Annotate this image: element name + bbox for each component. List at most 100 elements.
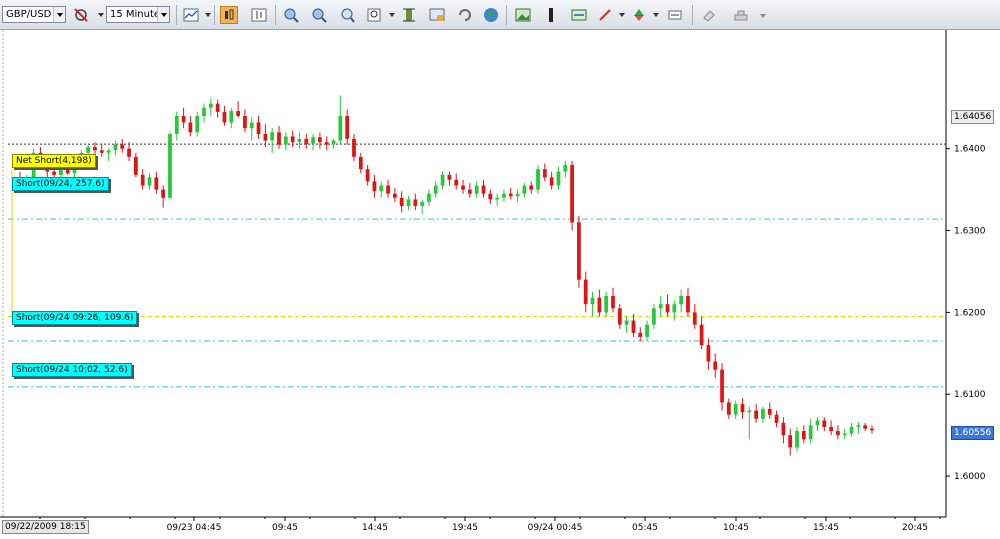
timeframe-select[interactable]: 15 Minutes xyxy=(106,6,170,23)
bar-type-icon xyxy=(251,8,267,22)
candle-body xyxy=(713,361,718,370)
candle-body xyxy=(733,404,738,415)
trend-dropdown-icon[interactable] xyxy=(653,13,659,17)
short-order-tag[interactable]: Short(09/24 10:02, 52.6) xyxy=(12,363,132,377)
candle-body xyxy=(754,410,759,419)
scales-button[interactable] xyxy=(732,6,750,24)
trend-button[interactable] xyxy=(630,6,648,24)
candle-body xyxy=(720,369,724,403)
candle-body xyxy=(536,169,540,190)
time-tick-label: 09/23 04:45 xyxy=(167,523,222,533)
eraser-button[interactable] xyxy=(700,6,718,24)
pen-dropdown-icon[interactable] xyxy=(619,13,625,17)
crosshair-settings-button[interactable] xyxy=(72,6,90,24)
candle-body xyxy=(556,171,561,186)
refresh-icon xyxy=(459,9,471,21)
more-button[interactable] xyxy=(756,6,774,24)
candle-body xyxy=(488,193,493,200)
chart-toolbar: GBP/USD 15 Minutes xyxy=(0,0,1000,30)
study-dropdown-icon[interactable] xyxy=(205,13,211,17)
candle-body xyxy=(52,171,56,175)
candle-body xyxy=(59,169,63,175)
candle-body xyxy=(767,408,772,415)
candle-body xyxy=(481,185,486,194)
candle-body xyxy=(372,181,377,192)
candle-body xyxy=(270,132,275,141)
candle-body xyxy=(549,177,554,186)
candle-body xyxy=(597,297,602,313)
toolbar-divider xyxy=(506,5,507,25)
candle-body xyxy=(413,199,418,206)
candle-body xyxy=(358,156,363,170)
candle-body xyxy=(563,165,568,172)
pen-icon xyxy=(599,9,611,21)
snapshot-button[interactable] xyxy=(428,6,446,24)
fibonacci-button[interactable] xyxy=(400,6,418,24)
chart-area[interactable]: 1.6400 1.6300 1.6200 1.6100 1.6000 09/23 04:4… xyxy=(0,30,1000,539)
candle-body xyxy=(849,426,854,434)
price-tick-label: 1.6300 xyxy=(954,227,986,237)
candle-body xyxy=(440,174,445,186)
candle-body xyxy=(726,402,731,415)
abc-button[interactable] xyxy=(666,6,684,24)
zoom-out-button[interactable] xyxy=(310,6,328,24)
crosshair-dropdown-icon[interactable] xyxy=(98,13,104,17)
candle-body xyxy=(277,132,281,145)
symbol-select[interactable]: GBP/USD xyxy=(2,6,66,23)
candle-body xyxy=(747,410,752,413)
candle-body xyxy=(427,193,431,202)
short-order-tag[interactable]: Short(09/24 09:26, 109.6) xyxy=(12,311,138,325)
candle-body xyxy=(795,431,799,448)
net-short-tag[interactable]: Net Short(4,198) xyxy=(12,154,96,168)
crosshair-icon xyxy=(74,8,88,22)
price-tick-label: 1.6000 xyxy=(954,472,986,482)
symbol-select-value: GBP/USD xyxy=(6,9,52,20)
cursor-button[interactable] xyxy=(542,6,560,24)
line-study-button[interactable] xyxy=(182,6,200,24)
candle-body xyxy=(740,404,745,413)
candle-body xyxy=(243,115,247,129)
candle-body xyxy=(140,174,145,186)
image-icon xyxy=(515,8,531,22)
candle-type-button[interactable] xyxy=(220,6,238,24)
candle-body xyxy=(542,169,547,178)
toolbar-divider xyxy=(176,5,177,25)
candle-body xyxy=(529,185,534,190)
candle-body xyxy=(604,296,609,313)
fibonacci-icon xyxy=(403,8,415,22)
candle-body xyxy=(774,414,779,423)
candle-body xyxy=(290,136,295,143)
candle-body xyxy=(106,150,111,153)
candle-body xyxy=(617,308,622,325)
candle-body xyxy=(331,140,336,145)
short-order-tag[interactable]: Short(09/24, 257.6) xyxy=(12,177,109,191)
candle-body xyxy=(801,431,806,440)
candle-body xyxy=(99,150,104,153)
candle-body xyxy=(420,201,425,206)
candle-body xyxy=(836,431,840,436)
candle-body xyxy=(645,324,649,337)
candle-body xyxy=(781,422,786,436)
bar-type-button[interactable] xyxy=(250,6,268,24)
fit-button[interactable] xyxy=(570,6,588,24)
candle-body xyxy=(406,199,411,206)
refresh-button[interactable] xyxy=(456,6,474,24)
pen-button[interactable] xyxy=(596,6,614,24)
magnify-dropdown-icon[interactable] xyxy=(389,13,395,17)
fit-chart-button[interactable] xyxy=(338,6,356,24)
magnify-button[interactable] xyxy=(366,6,384,24)
zoom-in-button[interactable] xyxy=(282,6,300,24)
candle-body xyxy=(522,185,527,194)
candle-body xyxy=(147,177,152,186)
candle-body xyxy=(631,320,636,333)
candle-body xyxy=(856,425,861,427)
eraser-icon xyxy=(703,10,715,22)
candle-body xyxy=(229,111,234,123)
candlestick-chart[interactable]: 1.6400 1.6300 1.6200 1.6100 1.6000 09/23 04:4… xyxy=(0,30,1000,539)
globe-button[interactable] xyxy=(482,6,500,24)
candle-body xyxy=(304,138,309,144)
plot-background xyxy=(8,30,946,517)
candle-body xyxy=(86,147,91,153)
candle-body xyxy=(842,433,847,436)
image-button[interactable] xyxy=(514,6,532,24)
